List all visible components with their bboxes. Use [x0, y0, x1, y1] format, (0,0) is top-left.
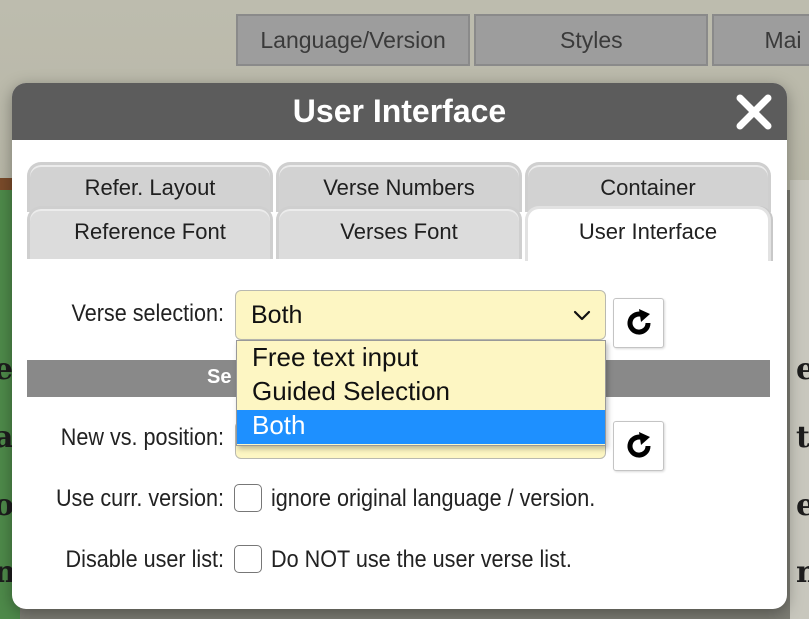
background-text-fragment: e: [796, 352, 809, 387]
refresh-icon: [627, 432, 651, 458]
section-header-text: Se: [207, 366, 232, 388]
tab-refer-layout[interactable]: Refer. Layout: [27, 162, 273, 212]
toolbar-tab-styles[interactable]: Styles: [474, 14, 709, 66]
tab-user-interface[interactable]: User Interface: [525, 206, 771, 261]
tab-label: Verses Font: [340, 219, 458, 244]
background-right-panel: [790, 180, 809, 619]
refresh-icon: [627, 309, 651, 335]
tab-label: Refer. Layout: [84, 175, 216, 200]
new-vs-position-label: New vs. position:: [60, 424, 224, 451]
verse-selection-dropdown: Free text input Guided Selection Both: [236, 340, 606, 446]
close-icon[interactable]: [734, 92, 774, 132]
tab-label: Reference Font: [74, 219, 226, 244]
dialog-header: User Interface: [12, 83, 787, 140]
option-free-text-input[interactable]: Free text input: [237, 342, 605, 376]
toolbar-tab-main[interactable]: Mai: [712, 14, 809, 66]
disable-user-list-label: Disable user list:: [65, 546, 224, 573]
tab-label: Container: [600, 175, 696, 200]
disable-user-list-text: Do NOT use the user verse list.: [271, 546, 572, 573]
use-curr-version-checkbox[interactable]: [234, 484, 262, 512]
tab-label: User Interface: [578, 219, 718, 244]
tab-label: Verse Numbers: [323, 175, 475, 200]
use-curr-version-label: Use curr. version:: [55, 485, 225, 512]
reset-new-vs-position-button[interactable]: [613, 421, 664, 471]
tab-verse-numbers[interactable]: Verse Numbers: [276, 162, 522, 212]
tab-verses-font[interactable]: Verses Font: [276, 206, 522, 259]
background-toolbar: Language/Version Styles Mai: [236, 14, 809, 66]
toolbar-tab-language[interactable]: Language/Version: [236, 14, 471, 66]
verse-selection-select[interactable]: Both: [235, 290, 606, 340]
disable-user-list-checkbox[interactable]: [234, 545, 262, 573]
background-text-fragment: e: [796, 488, 809, 523]
tab-container[interactable]: Container: [525, 162, 771, 212]
user-interface-dialog: User Interface Refer. Layout Verse Numbe…: [12, 83, 787, 609]
dialog-title: User Interface: [292, 93, 507, 129]
background-text-fragment: n: [796, 555, 809, 590]
use-curr-version-text: ignore original language / version.: [271, 485, 596, 512]
option-guided-selection[interactable]: Guided Selection: [237, 376, 605, 410]
option-both[interactable]: Both: [237, 410, 605, 444]
verse-selection-label: Verse selection:: [71, 300, 225, 327]
tab-reference-font[interactable]: Reference Font: [27, 206, 273, 259]
chevron-down-icon: [573, 310, 591, 321]
verse-selection-value: Both: [251, 301, 303, 329]
reset-verse-selection-button[interactable]: [613, 298, 664, 348]
background-text-fragment: t: [796, 420, 809, 455]
